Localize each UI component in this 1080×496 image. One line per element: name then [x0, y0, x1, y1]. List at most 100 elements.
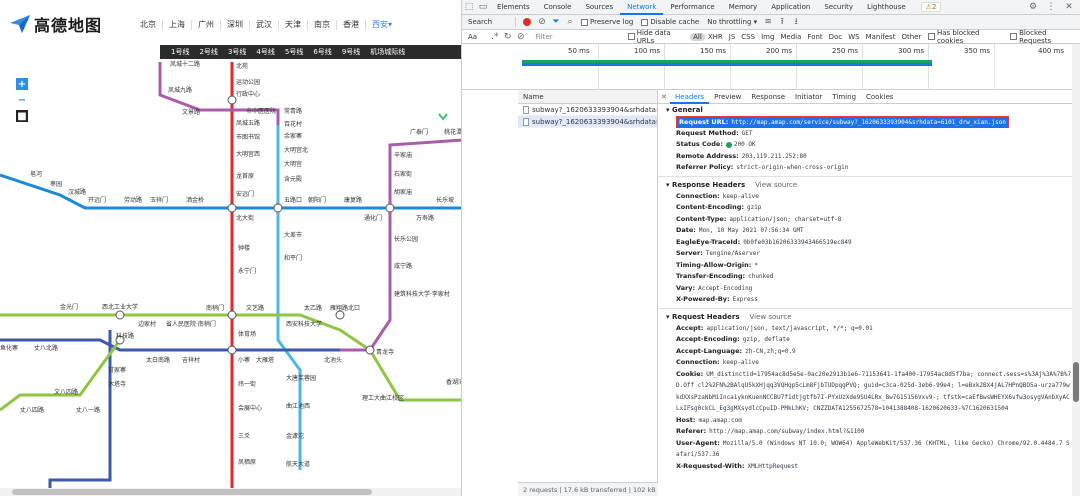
- device-toolbar-icon[interactable]: ▭: [476, 0, 490, 14]
- request-url-row[interactable]: Request URL: http://map.amap.com/service/…: [666, 116, 1072, 128]
- line-tab-6[interactable]: 6号线: [308, 47, 336, 57]
- type-filter-xhr[interactable]: XHR: [705, 33, 726, 41]
- type-filter-ws[interactable]: WS: [845, 33, 862, 41]
- tab-console[interactable]: Console: [537, 0, 579, 15]
- request-row-selected[interactable]: subway?_1620633393904&srhdata=6101...: [518, 116, 657, 128]
- checkbox-box[interactable]: [581, 18, 588, 26]
- request-headers-toggle[interactable]: ▾ Request Headers View source: [666, 311, 1072, 323]
- remote-address-key: Remote Address:: [676, 151, 739, 160]
- line-tab-2[interactable]: 2号线: [194, 47, 222, 57]
- line-tab-5[interactable]: 5号线: [280, 47, 308, 57]
- type-filter-img[interactable]: Img: [758, 33, 777, 41]
- request-list: Name subway?_1620633393904&srhdata=6101.…: [518, 90, 658, 496]
- type-filter-media[interactable]: Media: [777, 33, 804, 41]
- timeline-gridline: [928, 44, 929, 90]
- inspect-element-icon[interactable]: ⬚: [462, 0, 476, 14]
- close-details-icon[interactable]: ✕: [658, 93, 670, 101]
- tab-network[interactable]: Network: [620, 0, 664, 15]
- station-label: 大明宫西: [236, 150, 260, 158]
- upload-icon[interactable]: ⭱: [775, 15, 789, 29]
- view-source-link[interactable]: View source: [755, 181, 797, 189]
- disable-cache-checkbox[interactable]: Disable cache: [641, 18, 699, 26]
- warnings-badge[interactable]: ⚠2: [920, 2, 942, 12]
- referrer-policy-value: strict-origin-when-cross-origin: [736, 164, 849, 171]
- request-row[interactable]: subway?_1620633393904&srhdata=6101...: [518, 104, 657, 116]
- filter-input[interactable]: Filter: [531, 32, 624, 42]
- checkbox-box[interactable]: [1010, 33, 1018, 40]
- station-label: 西安科技大学: [286, 320, 322, 328]
- checkbox-box[interactable]: [628, 33, 635, 40]
- header-key: Connection:: [676, 191, 720, 200]
- blocked-requests-checkbox[interactable]: Blocked Requests: [1010, 29, 1075, 45]
- line-tab-1[interactable]: 1号线: [166, 47, 194, 57]
- header-value: application/json, text/javascript, */*; …: [706, 324, 873, 332]
- tab-security[interactable]: Security: [817, 0, 860, 15]
- type-filter-all[interactable]: All: [690, 32, 705, 41]
- station-label: 北大街: [236, 214, 254, 222]
- tab-initiator[interactable]: Initiator: [790, 90, 827, 104]
- station-label: 百花村: [284, 120, 302, 128]
- type-filter-js[interactable]: JS: [726, 33, 739, 41]
- tab-sources[interactable]: Sources: [578, 0, 620, 15]
- zoom-out-button[interactable]: −: [16, 94, 28, 106]
- tab-response[interactable]: Response: [746, 90, 790, 104]
- header-row: Timing-Allow-Origin: *: [666, 260, 1072, 272]
- tab-application[interactable]: Application: [764, 0, 817, 15]
- scrollbar-thumb[interactable]: [12, 489, 372, 495]
- station-label: 金光门: [60, 303, 78, 311]
- station-label: 常青路: [284, 107, 302, 115]
- line-tab-4[interactable]: 4号线: [251, 47, 279, 57]
- general-section-toggle[interactable]: ▾ General: [666, 104, 1072, 116]
- refresh-icon[interactable]: ↻: [501, 30, 514, 44]
- tab-memory[interactable]: Memory: [722, 0, 764, 15]
- network-timeline-overview[interactable]: 50 ms 100 ms 150 ms 200 ms 250 ms 300 ms…: [518, 44, 1080, 90]
- tab-headers[interactable]: Headers: [670, 90, 710, 104]
- map-horizontal-scrollbar[interactable]: [0, 488, 461, 496]
- tab-elements[interactable]: Elements: [490, 0, 537, 15]
- preserve-log-checkbox[interactable]: Preserve log: [581, 18, 633, 26]
- line-tab-9[interactable]: 9号线: [337, 47, 365, 57]
- wifi-icon[interactable]: ≋: [761, 15, 775, 29]
- response-headers-toggle[interactable]: ▾ Response Headers View source: [666, 179, 1072, 191]
- more-vertical-icon[interactable]: ⋮: [1044, 0, 1058, 14]
- type-filter-manifest[interactable]: Manifest: [863, 33, 899, 41]
- timeline-gutter: [462, 44, 518, 90]
- name-column-header[interactable]: Name: [518, 90, 657, 104]
- line-tab-airport[interactable]: 机场城际线: [365, 47, 410, 57]
- tab-cookies[interactable]: Cookies: [861, 90, 898, 104]
- zoom-in-button[interactable]: +: [16, 78, 28, 90]
- scrollbar-thumb[interactable]: [1073, 362, 1079, 402]
- tab-lighthouse[interactable]: Lighthouse: [860, 0, 913, 15]
- download-icon[interactable]: ⭳: [789, 15, 803, 29]
- hide-data-urls-checkbox[interactable]: Hide data URLs: [628, 29, 686, 45]
- blocked-cookies-checkbox[interactable]: Has blocked cookies: [928, 29, 1002, 45]
- fullscreen-button[interactable]: ■: [16, 110, 28, 122]
- close-icon[interactable]: ✕: [1062, 0, 1076, 14]
- line-tab-3[interactable]: 3号线: [223, 47, 251, 57]
- type-filter-doc[interactable]: Doc: [826, 33, 846, 41]
- timeline-tick: 150 ms: [700, 47, 727, 55]
- details-vertical-scrollbar[interactable]: [1072, 44, 1080, 496]
- tab-performance[interactable]: Performance: [663, 0, 721, 15]
- station-label: 桃花潭: [444, 128, 462, 136]
- record-button[interactable]: [523, 18, 531, 26]
- metro-map-panel[interactable]: 高德地图 北京 上海 广州 深圳 武汉 天津 南京 香港 西安▾ 凤城十二路 北…: [0, 0, 462, 496]
- search-icon[interactable]: ⌕: [563, 15, 577, 29]
- filter-icon[interactable]: ⏷: [549, 15, 563, 29]
- case-sensitive-toggle[interactable]: Aa: [462, 33, 488, 41]
- checkbox-box[interactable]: [641, 18, 649, 26]
- type-filter-font[interactable]: Font: [804, 33, 825, 41]
- gear-icon[interactable]: ⚙: [1026, 0, 1040, 14]
- type-filter-css[interactable]: CSS: [738, 33, 758, 41]
- regex-icon[interactable]: .*: [488, 30, 501, 44]
- throttling-select[interactable]: No throttling ▾: [707, 18, 757, 26]
- checkbox-box[interactable]: [928, 33, 935, 40]
- clear-icon[interactable]: ⊘: [535, 15, 549, 29]
- view-source-link[interactable]: View source: [750, 313, 792, 321]
- search-toggle[interactable]: Search: [462, 18, 512, 26]
- tab-timing[interactable]: Timing: [827, 90, 861, 104]
- clear-search-icon[interactable]: ⊘: [514, 30, 527, 44]
- type-filter-other[interactable]: Other: [898, 33, 924, 41]
- preserve-log-label: Preserve log: [590, 18, 634, 26]
- tab-preview[interactable]: Preview: [709, 90, 746, 104]
